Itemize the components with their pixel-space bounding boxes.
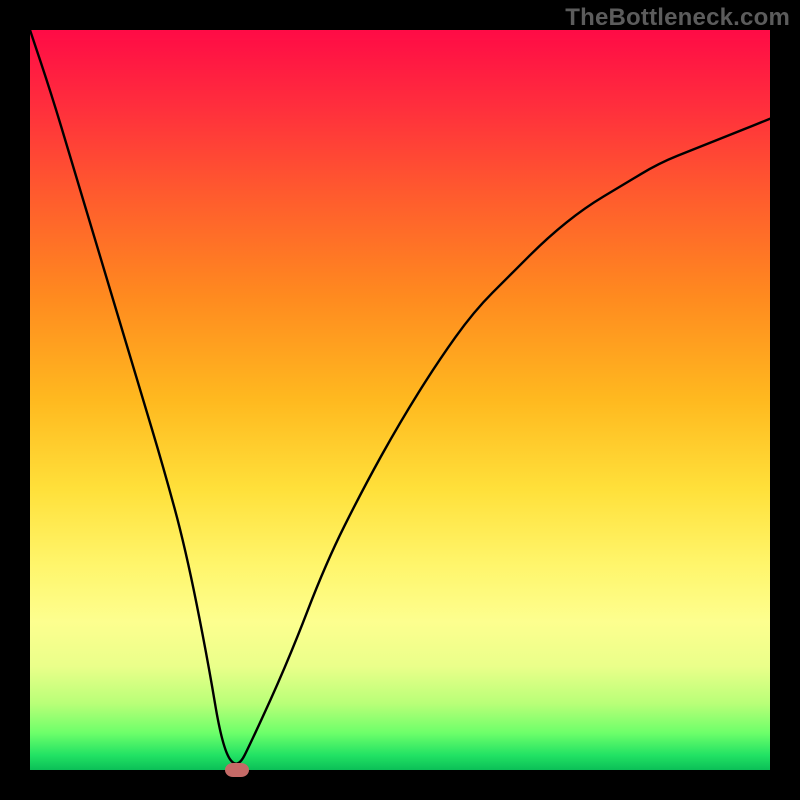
watermark-text: TheBottleneck.com [565, 4, 790, 32]
plot-area [30, 30, 770, 770]
optimum-marker [225, 763, 249, 777]
chart-frame: TheBottleneck.com [0, 0, 800, 800]
curve-svg [30, 30, 770, 770]
bottleneck-curve [30, 30, 770, 764]
